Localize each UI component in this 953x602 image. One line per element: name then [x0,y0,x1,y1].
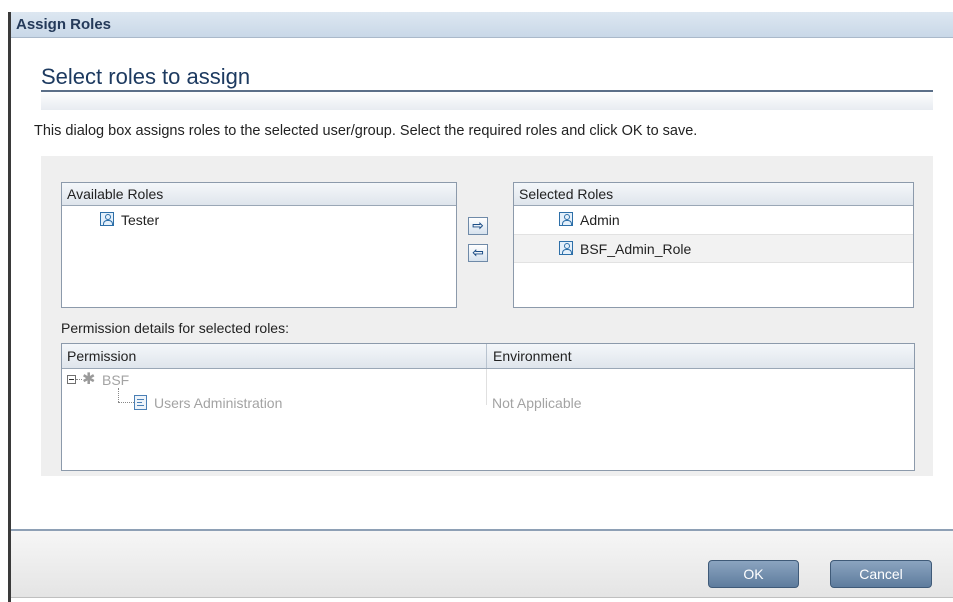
user-role-icon [559,241,573,255]
document-icon [134,395,147,410]
selected-roles-list[interactable]: Selected Roles Admin BSF_Admin_Role [513,182,914,308]
permissions-tree-table[interactable]: Permission Environment ✱ BSF Users Admin… [61,343,915,471]
tree-node-users-administration[interactable]: Users Administration [154,395,282,411]
dialog-titlebar: Assign Roles [11,12,953,38]
role-label: Tester [121,212,160,228]
cancel-button[interactable]: Cancel [830,560,932,588]
permission-details-label: Permission details for selected roles: [61,320,289,336]
dialog-description: This dialog box assigns roles to the sel… [34,123,698,139]
gear-icon: ✱ [82,371,96,388]
heading-divider [41,90,933,110]
environment-value: Not Applicable [492,395,582,411]
collapse-toggle[interactable] [67,375,76,384]
tree-node-bsf[interactable]: BSF [102,372,129,388]
add-role-button[interactable]: ⇨ [468,217,488,235]
user-role-icon [559,212,573,226]
selected-roles-header: Selected Roles [514,183,913,206]
column-header-permission[interactable]: Permission [67,348,136,364]
page-heading: Select roles to assign [41,64,251,89]
window-left-edge [0,0,11,602]
available-roles-header: Available Roles [62,183,456,206]
user-role-icon [100,212,114,226]
roles-panel: Available Roles Tester ⇨ ⇦ Selected Role… [41,156,933,476]
permissions-table-header: Permission Environment [62,344,914,369]
dialog-footer: OK Cancel [11,531,953,602]
ok-button[interactable]: OK [708,560,799,588]
selected-role-item-admin[interactable]: Admin [514,206,913,234]
assign-roles-dialog: Assign Roles Select roles to assign This… [11,12,953,602]
role-label: Admin [580,212,620,228]
role-label: BSF_Admin_Role [580,241,692,257]
selected-role-item-bsf-admin-role[interactable]: BSF_Admin_Role [514,234,913,263]
available-role-item-tester[interactable]: Tester [62,206,456,234]
available-roles-list[interactable]: Available Roles Tester [61,182,457,308]
remove-role-button[interactable]: ⇦ [468,244,488,262]
dialog-title: Assign Roles [16,16,112,33]
column-header-environment[interactable]: Environment [493,348,572,364]
